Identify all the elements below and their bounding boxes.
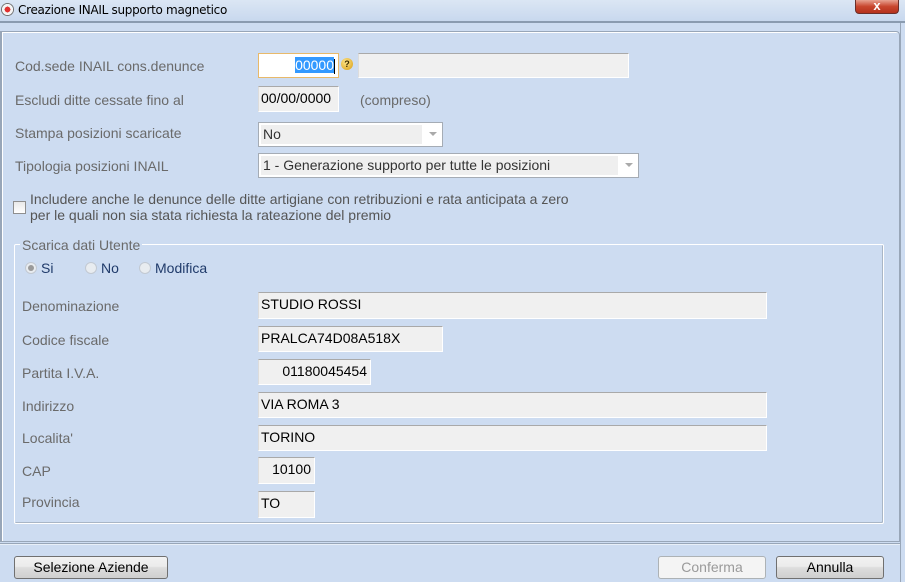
title-separator	[0, 21, 905, 23]
title-bar: Creazione INAIL supporto magnetico x	[0, 0, 905, 21]
partita-iva-label: Partita I.V.A.	[22, 365, 100, 381]
chevron-down-icon	[429, 132, 437, 136]
chevron-down-icon	[625, 163, 633, 167]
includere-line-1: Includere anche le denunce delle ditte a…	[30, 191, 569, 207]
compreso-label: (compreso)	[360, 92, 431, 108]
dialog-window: Creazione INAIL supporto magnetico x Cod…	[0, 0, 905, 582]
codice-fiscale-label: Codice fiscale	[22, 332, 110, 348]
close-button[interactable]: x	[855, 0, 899, 14]
radio-modifica[interactable]: Modifica	[139, 260, 207, 276]
window-border-right	[900, 23, 905, 582]
cap-label: CAP	[22, 463, 51, 479]
stampa-dropdown[interactable]: No	[258, 122, 443, 147]
selezione-aziende-button[interactable]: Selezione Aziende	[14, 556, 168, 579]
denominazione-label: Denominazione	[22, 298, 120, 314]
text-caret	[334, 58, 335, 74]
conferma-button[interactable]: Conferma	[658, 556, 766, 579]
scarica-groupbox	[14, 244, 884, 524]
radio-no[interactable]: No	[85, 260, 119, 276]
localita-field[interactable]: TORINO	[258, 425, 767, 451]
includere-line-2: per le quali non sia stata richiesta la …	[30, 207, 392, 223]
help-lookup-icon[interactable]: ?	[341, 58, 353, 70]
partita-iva-field[interactable]: 01180045454	[258, 359, 371, 385]
radio-no-label: No	[101, 260, 119, 276]
tipologia-selected: 1 - Generazione supporto per tutte le po…	[261, 156, 618, 175]
app-icon	[1, 3, 14, 16]
provincia-label: Provincia	[22, 494, 80, 510]
codice-fiscale-field[interactable]: PRALCA74D08A518X	[258, 326, 443, 352]
provincia-field[interactable]: TO	[258, 491, 315, 518]
indirizzo-field[interactable]: VIA ROMA 3	[258, 392, 767, 418]
indirizzo-label: Indirizzo	[22, 398, 75, 414]
footer-separator	[0, 543, 900, 545]
radio-checked-icon	[25, 262, 37, 274]
radio-unchecked-icon	[139, 262, 151, 274]
includere-label: Includere anche le denunce delle ditte a…	[30, 191, 569, 223]
escludi-date-input[interactable]: 00/00/0000	[258, 86, 339, 112]
escludi-label: Escludi ditte cessate fino al	[15, 92, 184, 108]
radio-si-label: Si	[41, 260, 54, 276]
scarica-group-title: Scarica dati Utente	[20, 237, 143, 253]
cod-sede-label: Cod.sede INAIL cons.denunce	[15, 58, 205, 74]
denominazione-field[interactable]: STUDIO ROSSI	[258, 292, 767, 319]
tipologia-dropdown[interactable]: 1 - Generazione supporto per tutte le po…	[258, 153, 639, 178]
tipologia-label: Tipologia posizioni INAIL	[15, 158, 169, 174]
cod-sede-value: 00000	[295, 57, 334, 73]
localita-label: Localita'	[22, 430, 73, 446]
annulla-button[interactable]: Annulla	[776, 556, 884, 579]
radio-si[interactable]: Si	[25, 260, 53, 276]
cap-field[interactable]: 10100	[258, 457, 315, 484]
window-title: Creazione INAIL supporto magnetico	[18, 3, 227, 17]
stampa-selected: No	[261, 125, 422, 144]
includere-checkbox[interactable]	[13, 201, 26, 214]
radio-unchecked-icon	[85, 262, 97, 274]
cod-sede-input[interactable]: 00000	[258, 53, 339, 78]
radio-modifica-label: Modifica	[155, 260, 208, 276]
stampa-label: Stampa posizioni scaricate	[15, 125, 182, 141]
cod-sede-description-field	[358, 53, 629, 78]
